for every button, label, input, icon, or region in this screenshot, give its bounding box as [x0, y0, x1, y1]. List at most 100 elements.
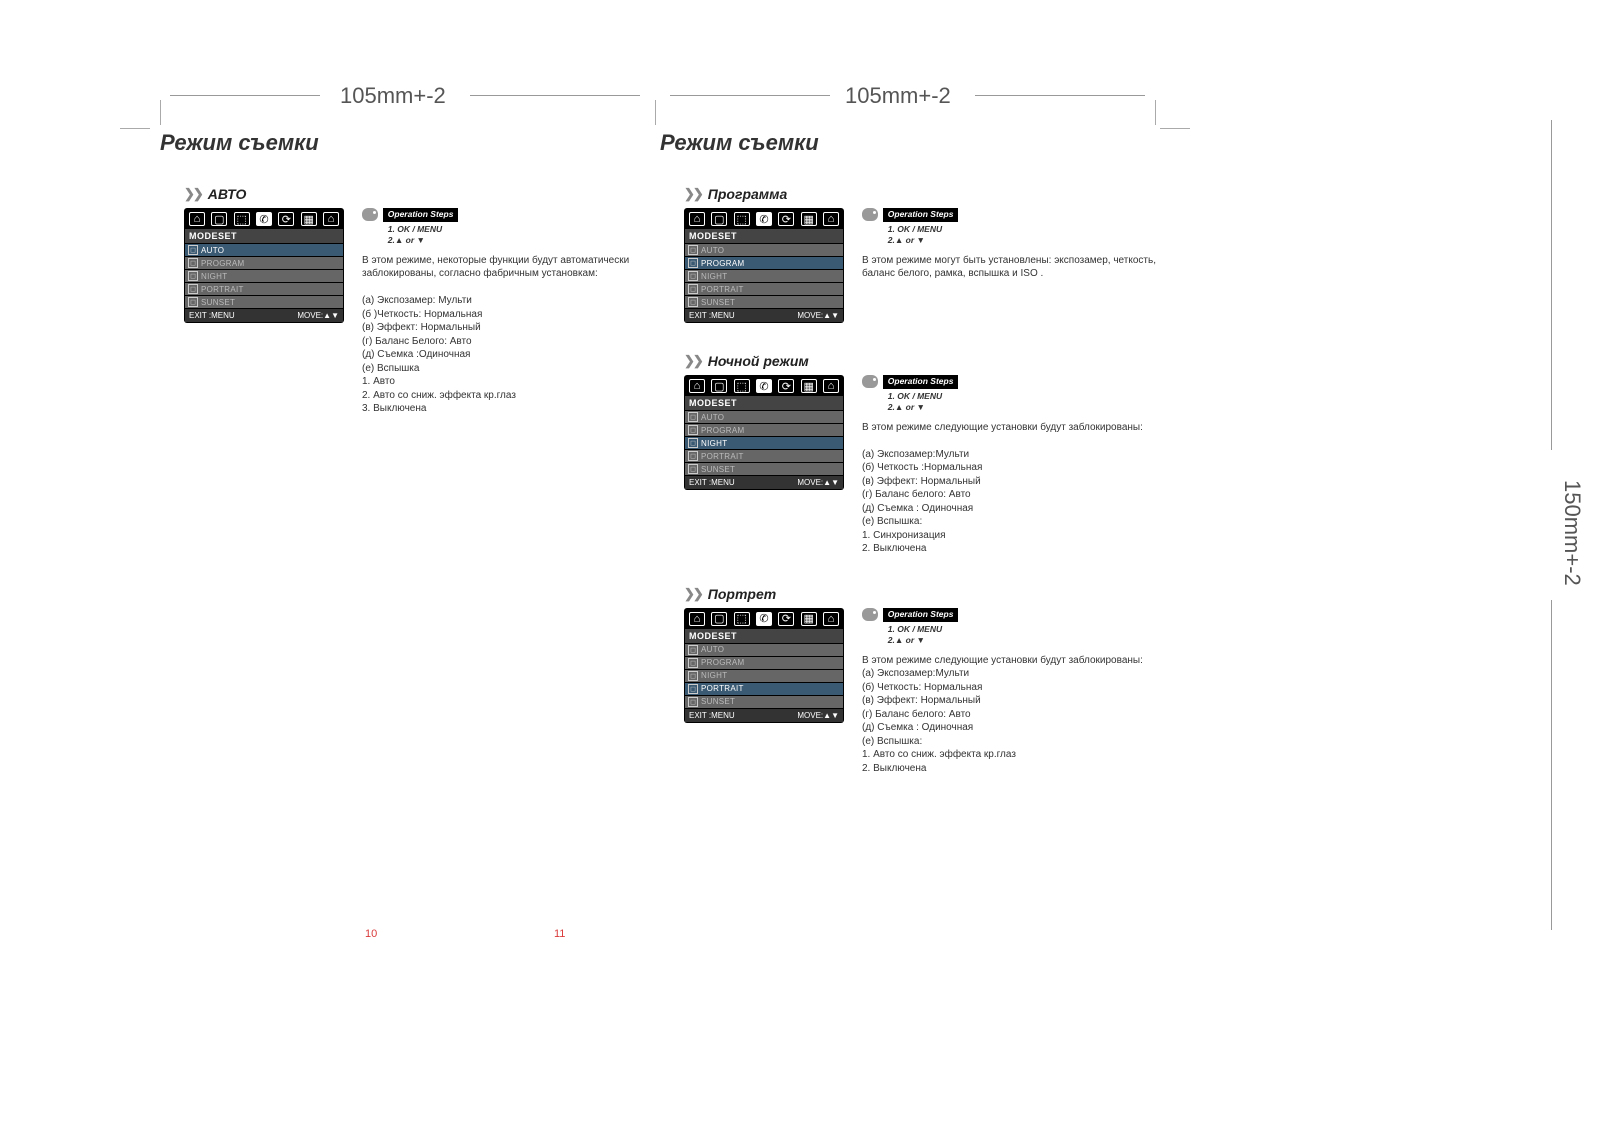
toolbar-icon[interactable]: ⌂: [689, 612, 705, 626]
modeset-row[interactable]: ◻NIGHT: [685, 270, 843, 282]
mode-label: AUTO: [201, 246, 224, 255]
hand-icon: [862, 208, 878, 221]
toolbar-icon[interactable]: ⬚: [234, 212, 250, 226]
mode-icon: ◻: [688, 645, 698, 655]
description-column: Operation Steps 1. OK / MENU2.▲ or ▼ В э…: [362, 208, 660, 416]
toolbar-icon[interactable]: ⬚: [734, 212, 750, 226]
toolbar-icon[interactable]: ▦: [301, 212, 317, 226]
modeset-row[interactable]: ◻PORTRAIT: [685, 283, 843, 295]
section-label: Ночной режим: [708, 353, 809, 369]
modeset-footer: EXIT :MENUMOVE:▲▼: [685, 309, 843, 322]
chevron-icon: ❯❯: [684, 186, 702, 202]
toolbar-icon[interactable]: ▢: [211, 212, 227, 226]
modeset-row[interactable]: ◻PROGRAM: [685, 424, 843, 436]
mode-icon: ◻: [688, 464, 698, 474]
mode-icon: ◻: [688, 284, 698, 294]
toolbar-icon[interactable]: ▦: [801, 379, 817, 393]
toolbar-icon[interactable]: ⌂: [689, 379, 705, 393]
right-page: Режим съемки ❯❯ Программа ⌂▢⬚✆⟳▦⌂ MODESE…: [660, 130, 1160, 805]
modeset-row[interactable]: ◻NIGHT: [685, 437, 843, 449]
dim-line-top-left-1: [170, 95, 320, 96]
toolbar-icon[interactable]: ⌂: [689, 212, 705, 226]
modeset-row[interactable]: ◻NIGHT: [685, 670, 843, 682]
mode-label: NIGHT: [701, 272, 727, 281]
mode-icon: ◻: [688, 697, 698, 707]
section-heading: ❯❯ Программа: [684, 186, 1160, 202]
modeset-row[interactable]: ◻AUTO: [685, 644, 843, 656]
hand-icon: [862, 375, 878, 388]
modeset-row[interactable]: ◻PROGRAM: [685, 257, 843, 269]
toolbar-icon[interactable]: ⌂: [823, 212, 839, 226]
modeset-panel: ⌂▢⬚✆⟳▦⌂ MODESET ◻AUTO◻PROGRAM◻NIGHT◻PORT…: [684, 208, 844, 323]
page-number-left: 10: [365, 928, 377, 940]
modeset-toolbar: ⌂ ▢ ⬚ ✆ ⟳ ▦ ⌂: [685, 209, 843, 229]
toolbar-icon[interactable]: ✆: [756, 612, 772, 626]
operation-steps: Operation Steps 1. OK / MENU2.▲ or ▼: [883, 375, 959, 415]
toolbar-icon[interactable]: ⟳: [278, 212, 294, 226]
toolbar-icon[interactable]: ⬚: [734, 379, 750, 393]
mode-icon: ◻: [688, 271, 698, 281]
mode-icon: ◻: [688, 425, 698, 435]
modeset-toolbar: ⌂ ▢ ⬚ ✆ ⟳ ▦ ⌂: [185, 209, 343, 229]
footer-exit: EXIT :MENU: [689, 478, 735, 487]
modeset-row[interactable]: ◻SUNSET: [685, 296, 843, 308]
crop-tr-v: [1155, 100, 1156, 125]
crop-tc-v: [655, 100, 656, 125]
description-column: Operation Steps 1. OK / MENU2.▲ or ▼ В э…: [862, 208, 1160, 281]
mode-icon: ◻: [688, 671, 698, 681]
section-heading: ❯❯ Портрет: [684, 586, 1160, 602]
mode-icon: ◻: [688, 451, 698, 461]
modeset-footer: EXIT :MENUMOVE:▲▼: [685, 476, 843, 489]
dim-line-right-top: [1551, 120, 1552, 450]
modeset-row[interactable]: ◻SUNSET: [685, 696, 843, 708]
dim-line-right-bot: [1551, 600, 1552, 930]
toolbar-icon[interactable]: ✆: [756, 379, 772, 393]
modeset-row[interactable]: ◻PROGRAM: [185, 257, 343, 269]
mode-label: PROGRAM: [701, 426, 744, 435]
toolbar-icon[interactable]: ⌂: [823, 379, 839, 393]
description-text: В этом режиме, некоторые функции будут а…: [362, 254, 660, 416]
modeset-row[interactable]: ◻NIGHT: [185, 270, 343, 282]
modeset-row[interactable]: ◻AUTO: [185, 244, 343, 256]
modeset-row[interactable]: ◻SUNSET: [685, 463, 843, 475]
mode-icon: ◻: [688, 245, 698, 255]
toolbar-icon[interactable]: ✆: [256, 212, 272, 226]
mode-label: NIGHT: [201, 272, 227, 281]
toolbar-icon[interactable]: ⌂: [823, 612, 839, 626]
toolbar-icon[interactable]: ✆: [756, 212, 772, 226]
toolbar-icon[interactable]: ▦: [801, 212, 817, 226]
modeset-row[interactable]: ◻PORTRAIT: [685, 450, 843, 462]
description-column: Operation Steps 1. OK / MENU2.▲ or ▼ В э…: [862, 608, 1160, 775]
opsteps-title: Operation Steps: [383, 208, 459, 222]
mode-icon: ◻: [188, 284, 198, 294]
modeset-footer: EXIT :MENUMOVE:▲▼: [685, 709, 843, 722]
operation-steps: Operation Steps 1. OK / MENU2.▲ or ▼: [383, 208, 459, 248]
toolbar-icon[interactable]: ⟳: [778, 379, 794, 393]
mode-icon: ◻: [688, 412, 698, 422]
toolbar-icon[interactable]: ▦: [801, 612, 817, 626]
toolbar-icon[interactable]: ⌂: [189, 212, 205, 226]
section-label: АВТО: [208, 186, 247, 202]
modeset-row[interactable]: ◻PROGRAM: [685, 657, 843, 669]
modeset-header: MODESET: [685, 396, 843, 410]
dim-line-top-left-2: [470, 95, 640, 96]
toolbar-icon[interactable]: ⟳: [778, 612, 794, 626]
toolbar-icon[interactable]: ⟳: [778, 212, 794, 226]
opsteps-title: Operation Steps: [883, 608, 959, 622]
toolbar-icon[interactable]: ⌂: [323, 212, 339, 226]
modeset-row[interactable]: ◻AUTO: [685, 244, 843, 256]
toolbar-icon[interactable]: ▢: [711, 212, 727, 226]
modeset-row[interactable]: ◻AUTO: [685, 411, 843, 423]
mode-icon: ◻: [688, 297, 698, 307]
toolbar-icon[interactable]: ▢: [711, 379, 727, 393]
chevron-icon: ❯❯: [184, 186, 202, 202]
modeset-row[interactable]: ◻SUNSET: [185, 296, 343, 308]
modeset-row[interactable]: ◻PORTRAIT: [685, 683, 843, 695]
toolbar-icon[interactable]: ▢: [711, 612, 727, 626]
modeset-row[interactable]: ◻PORTRAIT: [185, 283, 343, 295]
toolbar-icon[interactable]: ⬚: [734, 612, 750, 626]
chevron-icon: ❯❯: [684, 586, 702, 602]
mode-label: PORTRAIT: [701, 684, 744, 693]
footer-exit: EXIT :MENU: [189, 311, 235, 320]
crop-tl-h: [120, 128, 150, 129]
